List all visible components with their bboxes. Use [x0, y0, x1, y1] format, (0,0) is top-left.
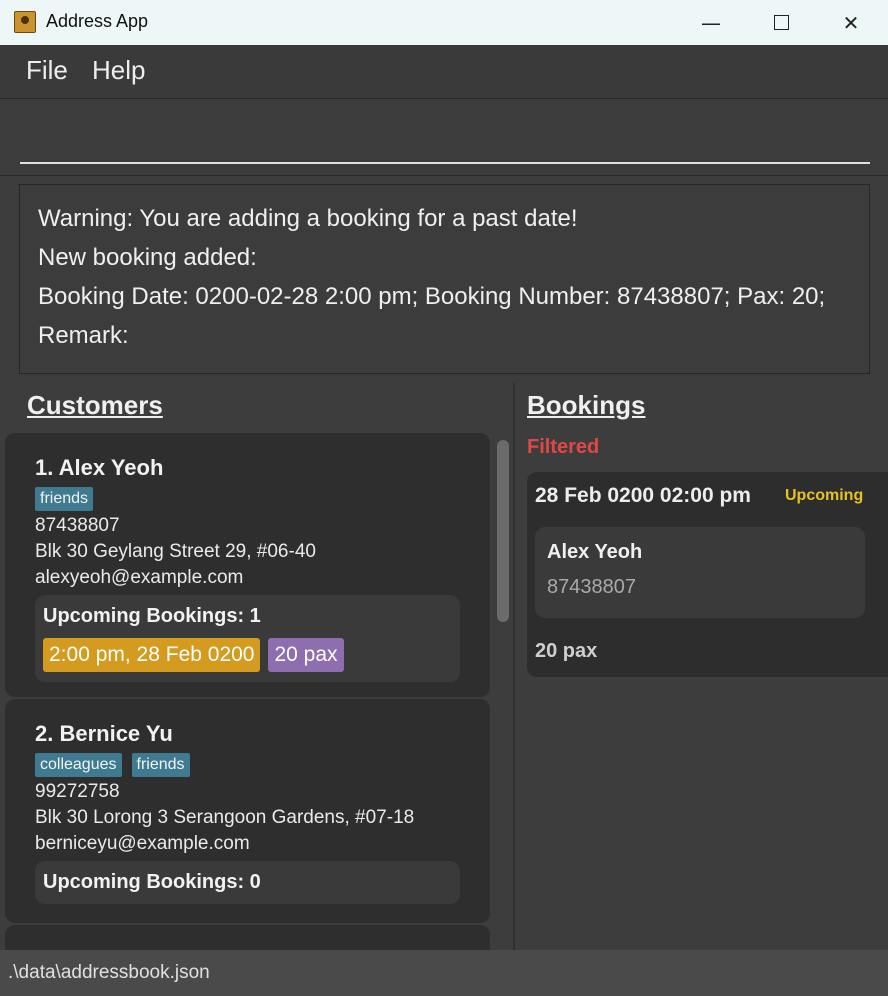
status-bar: .\data\addressbook.json	[0, 950, 888, 996]
tag: friends	[35, 487, 94, 511]
window-title: Address App	[46, 11, 149, 31]
result-line: New booking added:	[38, 244, 257, 271]
booking-datetime: 28 Feb 0200 02:00 pm	[535, 484, 751, 507]
menu-file[interactable]: File	[26, 55, 68, 86]
close-button[interactable]: ✕	[816, 0, 886, 45]
data-file-path: .\data\addressbook.json	[8, 962, 210, 983]
customer-address: Blk 30 Geylang Street 29, #06-40	[35, 541, 316, 562]
result-line: Remark:	[38, 322, 129, 349]
customer-email: berniceyu@example.com	[35, 833, 250, 854]
customer-email: alexyeoh@example.com	[35, 567, 244, 588]
tag: friends	[131, 753, 190, 777]
customer-phone: 99272758	[35, 781, 120, 802]
booking-pax: 20 pax	[535, 640, 598, 662]
upcoming-bookings: Upcoming Bookings: 1 2:00 pm, 28 Feb 020…	[35, 595, 460, 682]
tag: colleagues	[35, 753, 122, 777]
booking-status-badge: Upcoming	[785, 487, 864, 504]
booking-card[interactable]: 28 Feb 0200 02:00 pm Upcoming Alex Yeoh …	[527, 472, 888, 677]
result-line: Warning: You are adding a booking for a …	[38, 205, 578, 232]
tag-list: colleagues friends	[35, 753, 460, 777]
upcoming-bookings-label: Upcoming Bookings: 1	[43, 605, 261, 627]
booking-customer-phone: 87438807	[547, 576, 636, 598]
customer-list[interactable]: 1. Alex Yeoh friends 87438807 Blk 30 Gey…	[0, 431, 495, 950]
customer-list-scrollbar[interactable]	[495, 438, 511, 950]
menu-bar: File Help	[0, 45, 888, 99]
customers-title: Customers	[27, 390, 163, 420]
minimize-button[interactable]: —	[676, 0, 746, 45]
filtered-label: Filtered	[527, 436, 600, 458]
maximize-icon	[773, 15, 789, 30]
customer-card[interactable]: 2. Bernice Yu colleagues friends 9927275…	[5, 699, 490, 923]
customer-name: 2. Bernice Yu	[35, 721, 173, 746]
command-input[interactable]	[20, 110, 870, 164]
main-panels: Customers 1. Alex Yeoh friends 87438807 …	[0, 383, 888, 950]
tag-list: friends	[35, 487, 460, 511]
customer-card[interactable]: 1. Alex Yeoh friends 87438807 Blk 30 Gey…	[5, 433, 490, 697]
booking-date-chip: 2:00 pm, 28 Feb 0200	[43, 638, 261, 672]
menu-help[interactable]: Help	[92, 55, 145, 86]
booking-pax-chip: 20 pax	[268, 638, 344, 672]
scroll-thumb[interactable]	[497, 440, 509, 622]
booking-customer: Alex Yeoh 87438807	[535, 527, 865, 618]
customer-phone: 87438807	[35, 515, 120, 536]
command-box	[0, 100, 888, 176]
customer-card[interactable]	[5, 925, 490, 950]
maximize-button[interactable]	[746, 0, 816, 45]
upcoming-bookings: Upcoming Bookings: 0	[35, 861, 460, 904]
booking-customer-name: Alex Yeoh	[547, 541, 643, 563]
result-display: Warning: You are adding a booking for a …	[0, 177, 888, 382]
address-book-icon	[14, 11, 36, 33]
customer-name: 1. Alex Yeoh	[35, 455, 164, 480]
panel-divider	[513, 383, 515, 950]
bookings-title: Bookings	[527, 390, 646, 420]
upcoming-bookings-label: Upcoming Bookings: 0	[43, 871, 261, 893]
title-bar: Address App — ✕	[0, 0, 888, 45]
customer-address: Blk 30 Lorong 3 Serangoon Gardens, #07-1…	[35, 807, 415, 828]
result-line: Booking Date: 0200-02-28 2:00 pm; Bookin…	[38, 283, 826, 310]
booking-chips: 2:00 pm, 28 Feb 0200 20 pax	[43, 638, 452, 672]
result-box[interactable]: Warning: You are adding a booking for a …	[19, 184, 870, 374]
